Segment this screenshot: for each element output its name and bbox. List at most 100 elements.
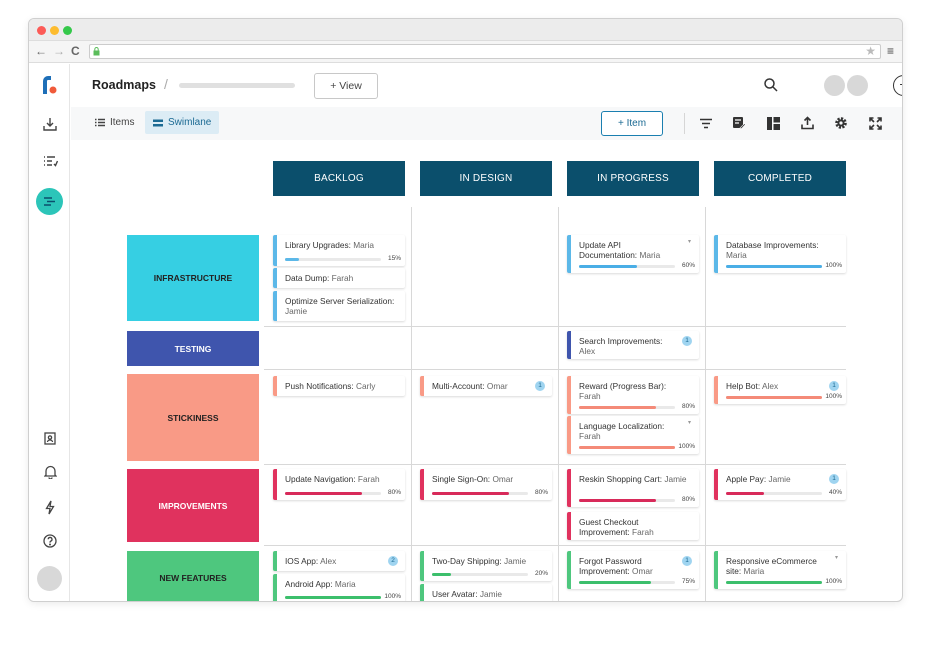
chevron-down-icon[interactable]: ▾ <box>835 554 838 561</box>
help-icon[interactable] <box>39 530 61 552</box>
progress-label: 80% <box>387 489 401 496</box>
view-toolbar: Items Swimlane + Item <box>71 107 902 140</box>
layout-icon[interactable] <box>765 115 781 131</box>
card-title-text: Guest Checkout Improvement: <box>579 517 639 537</box>
collaborator-avatar[interactable] <box>824 75 845 96</box>
card-title-text: Optimize Server Serialization: <box>285 296 395 306</box>
roadmap-card[interactable]: Update API Documentation: Maria 60% ▾ <box>567 235 699 273</box>
card-title: Reward (Progress Bar): Farah <box>579 381 693 401</box>
lane-new-features[interactable]: NEW FEATURES <box>127 551 259 601</box>
card-title-text: Update Navigation: <box>285 474 356 484</box>
contacts-icon[interactable] <box>39 427 61 449</box>
maximize-window-button[interactable] <box>63 26 72 35</box>
reload-icon[interactable]: C <box>71 44 80 58</box>
progress-bar <box>579 499 675 502</box>
progress-label: 100% <box>825 578 842 585</box>
add-item-button[interactable]: + Item <box>601 111 663 136</box>
card-owner: Jamie <box>285 306 308 316</box>
roadmap-card[interactable]: Search Improvements: Alex 1 <box>567 331 699 359</box>
roadmap-card[interactable]: IOS App: Alex 2 <box>273 551 405 571</box>
search-icon[interactable] <box>763 77 779 93</box>
lane-infrastructure[interactable]: INFRASTRUCTURE <box>127 235 259 321</box>
address-bar[interactable]: ★ <box>89 44 881 59</box>
user-avatar[interactable] <box>37 566 62 591</box>
progress-bar <box>432 492 528 495</box>
card-title-text: Search Improvements: <box>579 336 663 346</box>
list-check-icon[interactable] <box>39 150 61 172</box>
app-logo-icon[interactable] <box>39 74 61 96</box>
browser-menu-icon[interactable]: ≡ <box>887 44 894 58</box>
roadmap-card[interactable]: Reskin Shopping Cart: Jamie 80% <box>567 469 699 507</box>
add-view-button[interactable]: + View <box>314 73 378 99</box>
export-icon[interactable] <box>799 115 815 131</box>
back-icon[interactable]: ← <box>35 44 47 58</box>
comment-count-badge[interactable]: 1 <box>829 474 839 484</box>
chevron-down-icon[interactable]: ▾ <box>688 419 691 426</box>
roadmap-card[interactable]: Apple Pay: Jamie 40% 1 <box>714 469 846 500</box>
add-collaborator-button[interactable]: + <box>893 75 902 96</box>
tab-swimlane[interactable]: Swimlane <box>145 111 220 134</box>
card-title: Data Dump: Farah <box>285 273 399 283</box>
collaborator-avatar[interactable] <box>847 75 868 96</box>
title-bar <box>29 19 902 41</box>
progress-fill <box>726 265 822 268</box>
lane-improvements[interactable]: IMPROVEMENTS <box>127 469 259 542</box>
tab-items[interactable]: Items <box>87 111 142 134</box>
roadmap-card[interactable]: Database Improvements: Maria 100% <box>714 235 846 273</box>
card-title: Database Improvements: Maria <box>726 240 840 260</box>
lane-testing[interactable]: TESTING <box>127 331 259 366</box>
roadmap-card[interactable]: Two-Day Shipping: Jamie 20% <box>420 551 552 581</box>
roadmap-card[interactable]: Android App: Maria 100% <box>273 574 405 601</box>
lightning-icon[interactable] <box>39 496 61 518</box>
filter-icon[interactable] <box>698 115 714 131</box>
roadmap-card[interactable]: Language Localization: Farah 100% ▾ <box>567 416 699 454</box>
card-owner: Farah <box>579 391 601 401</box>
bookmark-star-icon[interactable]: ★ <box>865 44 876 58</box>
roadmap-card[interactable]: Help Bot: Alex 100% 1 <box>714 376 846 404</box>
card-title-text: Single Sign-On: <box>432 474 491 484</box>
roadmap-card[interactable]: Library Upgrades: Maria 15% <box>273 235 405 266</box>
progress-bar <box>579 406 675 409</box>
progress-bar <box>432 573 528 576</box>
close-window-button[interactable] <box>37 26 46 35</box>
roadmap-card[interactable]: Optimize Server Serialization: Jamie <box>273 291 405 321</box>
card-owner: Jamie <box>664 474 687 484</box>
card-title: Multi-Account: Omar <box>432 381 546 391</box>
roadmap-card[interactable]: Update Navigation: Farah 80% <box>273 469 405 500</box>
minimize-window-button[interactable] <box>50 26 59 35</box>
progress-label: 75% <box>681 578 695 585</box>
card-title-text: Reskin Shopping Cart: <box>579 474 663 484</box>
progress-label: 40% <box>828 489 842 496</box>
roadmap-card[interactable]: User Avatar: Jamie <box>420 584 552 601</box>
chevron-down-icon[interactable]: ▾ <box>688 238 691 245</box>
comment-count-badge[interactable]: 2 <box>388 556 398 566</box>
progress-label: 80% <box>681 496 695 503</box>
comment-count-badge[interactable]: 1 <box>535 381 545 391</box>
settings-icon[interactable] <box>833 115 849 131</box>
roadmap-card[interactable]: Guest Checkout Improvement: Farah <box>567 512 699 540</box>
roadmap-card[interactable]: Multi-Account: Omar 1 <box>420 376 552 396</box>
download-icon[interactable] <box>39 113 61 135</box>
comment-count-badge[interactable]: 1 <box>682 556 692 566</box>
roadmap-card[interactable]: Data Dump: Farah <box>273 268 405 288</box>
edit-list-icon[interactable] <box>731 115 747 131</box>
lane-stickiness[interactable]: STICKINESS <box>127 374 259 461</box>
fullscreen-icon[interactable] <box>867 115 883 131</box>
card-title: Push Notifications: Carly <box>285 381 399 391</box>
card-title-text: Database Improvements: <box>726 240 819 250</box>
comment-count-badge[interactable]: 1 <box>682 336 692 346</box>
progress-label: 60% <box>681 262 695 269</box>
roadmap-card[interactable]: Single Sign-On: Omar 80% <box>420 469 552 500</box>
notifications-bell-icon[interactable] <box>39 461 61 483</box>
roadmap-card[interactable]: Push Notifications: Carly <box>273 376 405 396</box>
roadmap-card[interactable]: Forgot Password Improvement: Omar 75% 1 <box>567 551 699 589</box>
roadmap-card[interactable]: Reward (Progress Bar): Farah 80% <box>567 376 699 414</box>
forward-icon[interactable]: → <box>53 44 65 58</box>
progress-fill <box>285 492 362 495</box>
progress-fill <box>726 581 822 584</box>
comment-count-badge[interactable]: 1 <box>829 381 839 391</box>
progress-label: 15% <box>387 255 401 262</box>
roadmap-card[interactable]: Responsive eCommerce site: Maria 100% ▾ <box>714 551 846 589</box>
card-title: Forgot Password Improvement: Omar <box>579 556 693 576</box>
roadmaps-nav-icon[interactable] <box>36 188 63 215</box>
